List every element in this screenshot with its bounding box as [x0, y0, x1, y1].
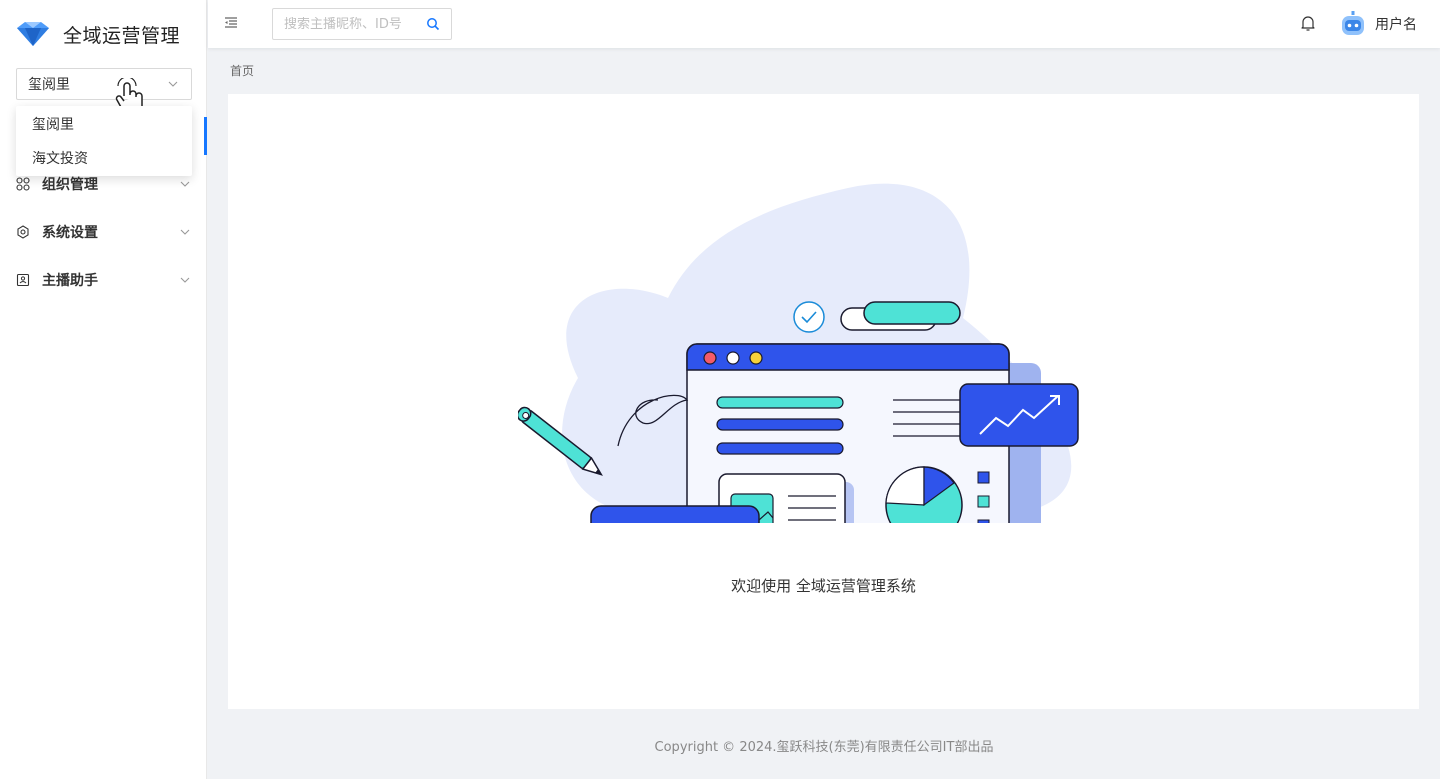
- org-dropdown: 玺阅里 海文投资: [16, 106, 192, 176]
- main-card: 欢迎使用 全域运营管理系统: [228, 94, 1419, 709]
- org-select-value: 玺阅里: [28, 77, 70, 93]
- chevron-down-icon: [180, 181, 190, 187]
- dashboard-illustration: [518, 183, 1079, 523]
- assistant-icon: [16, 273, 30, 287]
- active-menu-indicator: [204, 117, 207, 155]
- search-box: [272, 8, 452, 40]
- diamond-logo-icon: [17, 22, 49, 46]
- settings-icon: [16, 225, 30, 239]
- chevron-down-icon: [168, 81, 178, 87]
- footer-copyright: Copyright © 2024.玺跃科技(东莞)有限责任公司IT部出品: [654, 740, 994, 755]
- org-option-2[interactable]: 海文投资: [16, 142, 192, 176]
- breadcrumb: 首页: [230, 62, 254, 79]
- menu-item-label: 组织管理: [42, 177, 98, 193]
- org-option-1[interactable]: 玺阅里: [16, 108, 192, 142]
- menu-item-settings[interactable]: 系统设置: [0, 212, 207, 252]
- sidebar: 全域运营管理 玺阅里 玺阅里 海文投资 组织管理 系统设置 主播助手: [0, 0, 207, 779]
- apps-icon: [16, 177, 30, 191]
- search-input[interactable]: [284, 16, 414, 32]
- menu-fold-icon[interactable]: [224, 16, 238, 30]
- robot-avatar-icon: [1342, 11, 1364, 35]
- search-icon[interactable]: [426, 17, 440, 31]
- app-title: 全域运营管理: [63, 24, 181, 47]
- top-header: 用户名: [208, 0, 1440, 48]
- bell-icon[interactable]: [1300, 15, 1316, 32]
- welcome-text: 欢迎使用 全域运营管理系统: [731, 577, 916, 595]
- user-menu[interactable]: 用户名: [1339, 10, 1417, 38]
- chevron-down-icon: [180, 229, 190, 235]
- menu-item-label: 主播助手: [42, 273, 98, 289]
- chevron-down-icon: [180, 277, 190, 283]
- user-name: 用户名: [1375, 17, 1417, 33]
- org-select[interactable]: 玺阅里: [16, 68, 192, 100]
- breadcrumb-home[interactable]: 首页: [230, 64, 254, 78]
- logo: 全域运营管理: [13, 20, 180, 48]
- menu-item-assistant[interactable]: 主播助手: [0, 260, 207, 300]
- menu-item-label: 系统设置: [42, 225, 98, 241]
